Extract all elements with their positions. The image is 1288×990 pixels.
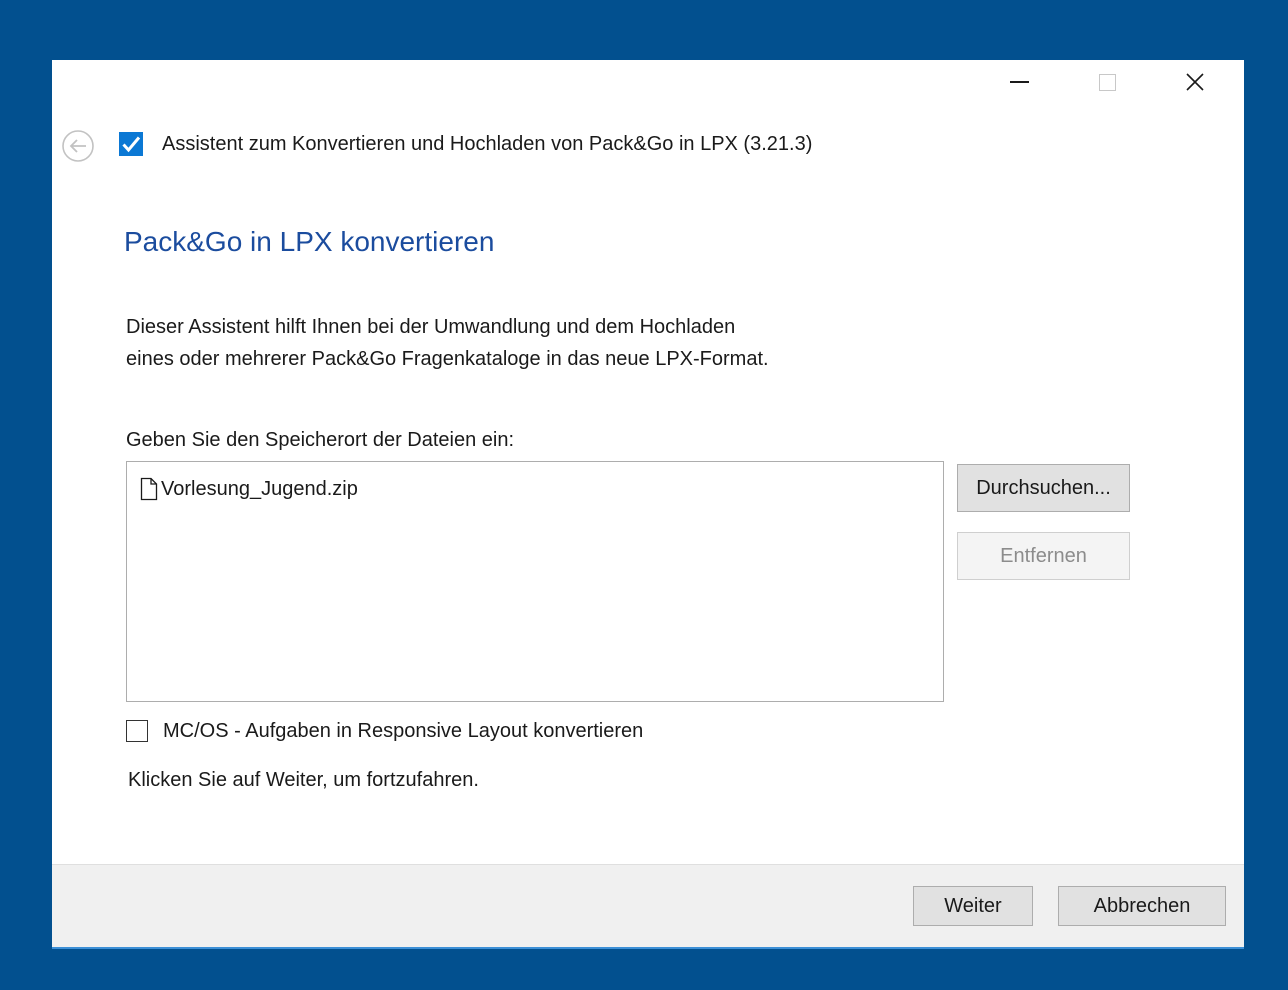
maximize-button[interactable] <box>1078 60 1136 104</box>
file-list-item[interactable]: Vorlesung_Jugend.zip <box>139 474 358 504</box>
maximize-icon <box>1098 73 1116 91</box>
footer-accent-line <box>52 947 1244 949</box>
minimize-icon <box>1009 81 1029 83</box>
app-icon <box>119 132 143 156</box>
responsive-layout-option[interactable]: MC/OS - Aufgaben in Responsive Layout ko… <box>126 716 643 746</box>
continue-hint: Klicken Sie auf Weiter, um fortzufahren. <box>128 769 479 791</box>
next-button[interactable]: Weiter <box>913 886 1033 926</box>
browse-button[interactable]: Durchsuchen... <box>957 464 1130 512</box>
wizard-window: Assistent zum Konvertieren und Hochladen… <box>52 60 1244 949</box>
checkmark-icon <box>119 132 143 156</box>
close-icon <box>1186 73 1204 91</box>
intro-text-line-2: eines oder mehrerer Pack&Go Fragenkatalo… <box>126 348 769 370</box>
location-label: Geben Sie den Speicherort der Dateien ei… <box>126 429 515 451</box>
close-button[interactable] <box>1166 60 1224 104</box>
cancel-button[interactable]: Abbrechen <box>1058 886 1226 926</box>
back-arrow-icon <box>62 130 94 162</box>
minimize-button[interactable] <box>990 60 1048 104</box>
footer-bar: Weiter Abbrechen <box>52 864 1244 949</box>
back-button[interactable] <box>61 129 95 163</box>
file-list[interactable]: Vorlesung_Jugend.zip <box>126 461 944 702</box>
responsive-layout-checkbox[interactable] <box>126 720 148 742</box>
page-heading: Pack&Go in LPX konvertieren <box>124 226 495 257</box>
file-icon <box>140 477 158 501</box>
responsive-layout-checkbox-label[interactable]: MC/OS - Aufgaben in Responsive Layout ko… <box>163 717 643 745</box>
intro-text-line-1: Dieser Assistent hilft Ihnen bei der Umw… <box>126 316 736 338</box>
wizard-title: Assistent zum Konvertieren und Hochladen… <box>162 133 813 155</box>
remove-button[interactable]: Entfernen <box>957 532 1130 580</box>
file-name: Vorlesung_Jugend.zip <box>161 478 358 500</box>
